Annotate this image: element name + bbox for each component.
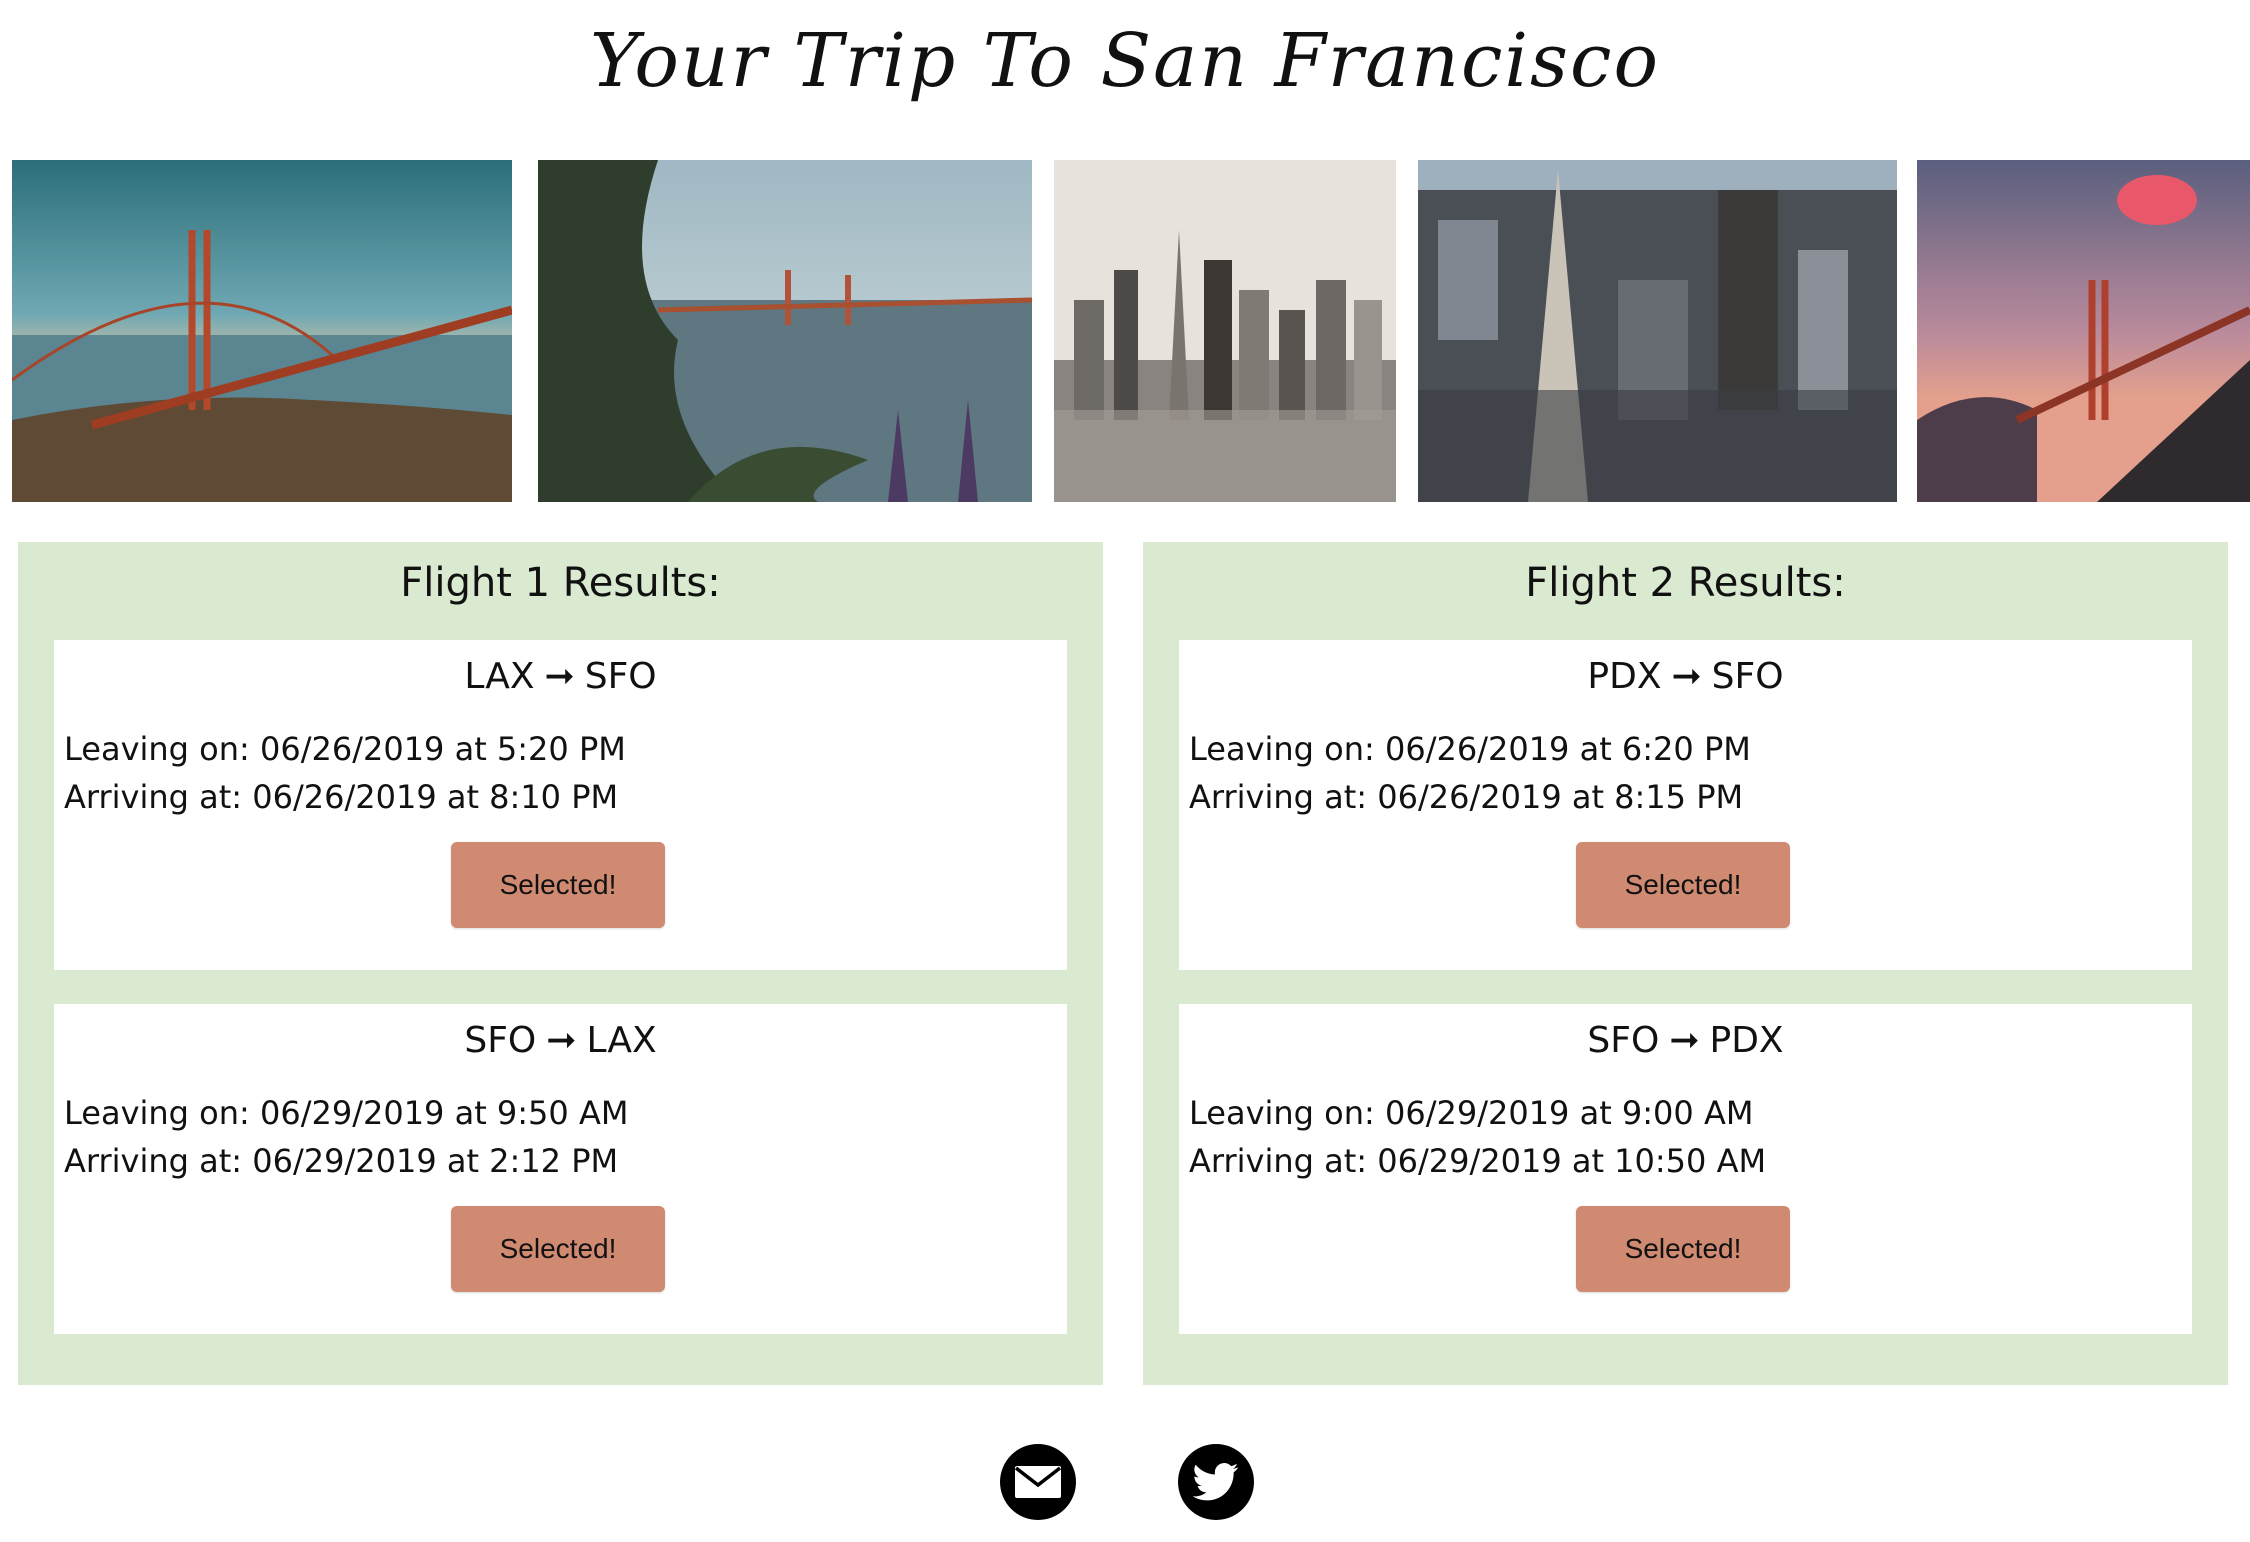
flight-2-results-title: Flight 2 Results:	[1525, 560, 1846, 606]
origin-code: SFO	[1587, 1020, 1660, 1061]
right-arrow-icon: ➞	[546, 1020, 577, 1061]
select-flight-button[interactable]: Selected!	[1576, 842, 1790, 928]
arriving-time: Arriving at: 06/29/2019 at 10:50 AM	[1189, 1142, 1767, 1180]
select-flight-button[interactable]: Selected!	[451, 1206, 665, 1292]
page-title: Your Trip To San Francisco	[589, 18, 1661, 104]
origin-code: PDX	[1587, 656, 1662, 697]
destination-code: SFO	[1711, 656, 1784, 697]
right-arrow-icon: ➞	[1671, 656, 1702, 697]
leaving-time: Leaving on: 06/26/2019 at 6:20 PM	[1189, 730, 1751, 768]
leaving-time: Leaving on: 06/29/2019 at 9:00 AM	[1189, 1094, 1754, 1132]
twitter-bird-icon	[1193, 1463, 1239, 1501]
leaving-time: Leaving on: 06/26/2019 at 5:20 PM	[64, 730, 626, 768]
select-flight-button[interactable]: Selected!	[1576, 1206, 1790, 1292]
email-link[interactable]	[1000, 1444, 1076, 1520]
flight-1-results-panel: Flight 1 Results: LAX ➞ SFO Leaving on: 06…	[18, 542, 1103, 1385]
envelope-icon	[1014, 1466, 1062, 1498]
destination-code: PDX	[1709, 1020, 1784, 1061]
flight-1-outbound-card: LAX ➞ SFO Leaving on: 06/26/2019 at 5:20 P…	[54, 640, 1067, 970]
flight-2-results-panel: Flight 2 Results: PDX ➞ SFO Leaving on: 06…	[1143, 542, 2228, 1385]
route-heading: SFO ➞ PDX	[1179, 1020, 2192, 1061]
origin-code: LAX	[464, 656, 535, 697]
flight-2-return-card: SFO ➞ PDX Leaving on: 06/29/2019 at 9:00 A…	[1179, 1004, 2192, 1334]
city-skyline-photo	[1054, 160, 1396, 502]
right-arrow-icon: ➞	[544, 656, 575, 697]
origin-code: SFO	[464, 1020, 537, 1061]
destination-code: SFO	[584, 656, 657, 697]
leaving-time: Leaving on: 06/29/2019 at 9:50 AM	[64, 1094, 629, 1132]
golden-gate-plants-photo	[538, 160, 1032, 502]
golden-gate-sunset-photo	[1917, 160, 2250, 502]
route-heading: PDX ➞ SFO	[1179, 656, 2192, 697]
flight-1-return-card: SFO ➞ LAX Leaving on: 06/29/2019 at 9:50 A…	[54, 1004, 1067, 1334]
arriving-time: Arriving at: 06/26/2019 at 8:10 PM	[64, 778, 619, 816]
arriving-time: Arriving at: 06/26/2019 at 8:15 PM	[1189, 778, 1744, 816]
route-heading: LAX ➞ SFO	[54, 656, 1067, 697]
right-arrow-icon: ➞	[1669, 1020, 1700, 1061]
route-heading: SFO ➞ LAX	[54, 1020, 1067, 1061]
destination-code: LAX	[586, 1020, 657, 1061]
flight-2-outbound-card: PDX ➞ SFO Leaving on: 06/26/2019 at 6:20 P…	[1179, 640, 2192, 970]
flight-1-results-title: Flight 1 Results:	[400, 560, 721, 606]
arriving-time: Arriving at: 06/29/2019 at 2:12 PM	[64, 1142, 619, 1180]
transamerica-aerial-photo	[1418, 160, 1897, 502]
golden-gate-cliff-photo	[12, 160, 512, 502]
twitter-link[interactable]	[1178, 1444, 1254, 1520]
select-flight-button[interactable]: Selected!	[451, 842, 665, 928]
